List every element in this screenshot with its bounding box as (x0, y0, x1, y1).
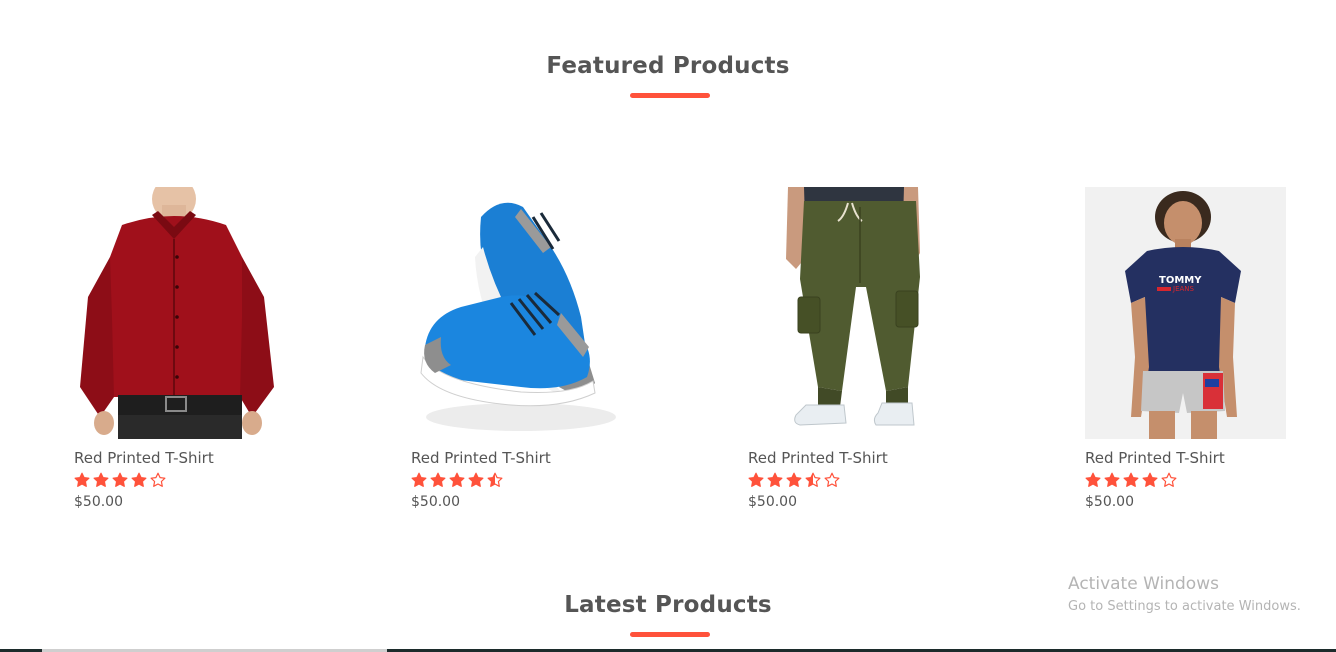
star-full-icon (1142, 472, 1158, 487)
star-full-icon (430, 472, 446, 487)
product-price: $50.00 (411, 494, 460, 510)
product-rating (748, 472, 958, 490)
star-full-icon (767, 472, 783, 487)
star-empty-icon (1161, 472, 1177, 487)
latest-title-underline (630, 632, 710, 637)
product-name[interactable]: Red Printed T-Shirt (1085, 449, 1295, 467)
product-name[interactable]: Red Printed T-Shirt (748, 449, 958, 467)
product-price: $50.00 (748, 494, 797, 510)
star-full-icon (1104, 472, 1120, 487)
product-card[interactable]: Red Printed T-Shirt $50.00 (74, 187, 284, 510)
star-full-icon (786, 472, 802, 487)
svg-text:JEANS: JEANS (1172, 285, 1195, 293)
product-name[interactable]: Red Printed T-Shirt (74, 449, 284, 467)
navy-tommy-tshirt-image[interactable]: TOMMY JEANS (1085, 187, 1286, 439)
featured-products-title: Featured Products (546, 53, 790, 79)
star-empty-icon (150, 472, 166, 487)
star-full-icon (74, 472, 90, 487)
star-empty-icon (824, 472, 840, 487)
product-rating (74, 472, 284, 490)
star-full-icon (468, 472, 484, 487)
product-rating (1085, 472, 1295, 490)
featured-product-row: Red Printed T-Shirt $50.00 Red Printed T… (0, 187, 1336, 527)
star-full-icon (1085, 472, 1101, 487)
star-full-icon (1123, 472, 1139, 487)
star-full-icon (112, 472, 128, 487)
activate-windows-watermark-subtitle: Go to Settings to activate Windows. (1068, 599, 1301, 614)
star-half-icon (487, 472, 503, 487)
product-card[interactable]: TOMMY JEANS Red Printed T-Shirt $50.00 (1085, 187, 1295, 510)
star-full-icon (449, 472, 465, 487)
product-name[interactable]: Red Printed T-Shirt (411, 449, 621, 467)
activate-windows-watermark-title: Activate Windows (1068, 574, 1219, 594)
star-full-icon (93, 472, 109, 487)
product-card[interactable]: Red Printed T-Shirt $50.00 (748, 187, 958, 510)
blue-sneakers-image[interactable] (411, 187, 621, 439)
featured-title-underline (630, 93, 710, 98)
red-shirt-image[interactable] (74, 187, 284, 439)
product-rating (411, 472, 621, 490)
star-full-icon (748, 472, 764, 487)
green-cargo-pants-image[interactable] (748, 187, 958, 439)
product-price: $50.00 (1085, 494, 1134, 510)
star-half-icon (805, 472, 821, 487)
star-full-icon (131, 472, 147, 487)
product-price: $50.00 (74, 494, 123, 510)
product-card[interactable]: Red Printed T-Shirt $50.00 (411, 187, 621, 510)
star-full-icon (411, 472, 427, 487)
